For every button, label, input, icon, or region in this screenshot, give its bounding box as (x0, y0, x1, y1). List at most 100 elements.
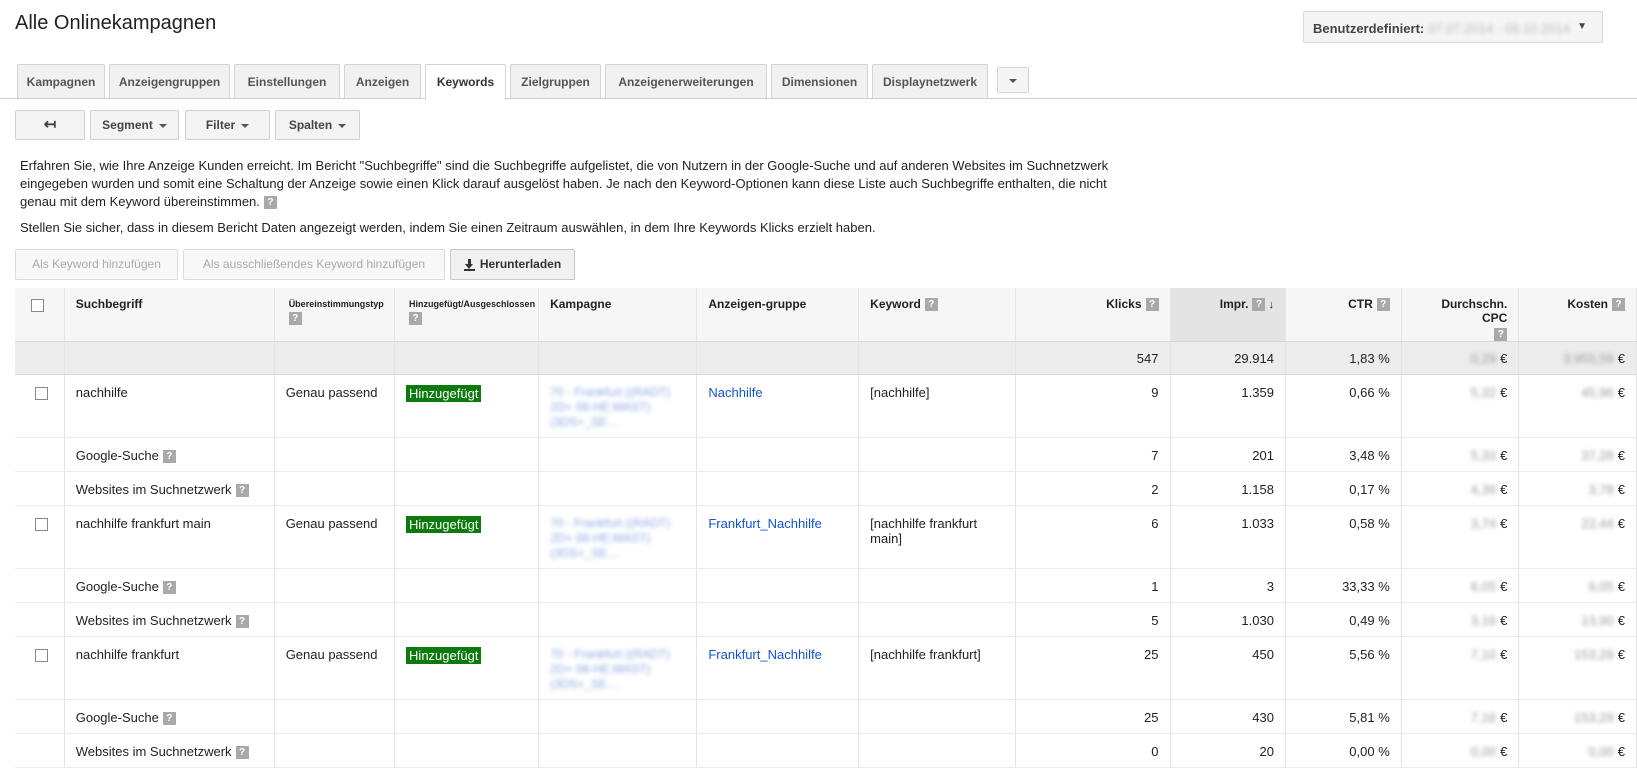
chevron-down-icon (1009, 78, 1017, 83)
campaign-link[interactable]: 70 - Frankfurt ((RADT) 2D+ 08-HE:MAST) (… (550, 647, 685, 692)
row-checkbox[interactable] (35, 649, 49, 662)
avg-cpc: 3,74 € (1401, 505, 1520, 569)
help-icon[interactable]: ? (1145, 298, 1159, 312)
help-icon[interactable]: ? (235, 484, 249, 498)
ad-group-link[interactable]: Nachhilfe (708, 385, 762, 400)
filter-button[interactable]: Filter (185, 110, 270, 140)
col-avg-cpc[interactable]: Durchschn. CPC? (1401, 288, 1520, 342)
col-clicks[interactable]: Klicks? (1015, 288, 1171, 342)
col-match-type-label: Übereinstimmungstyp (288, 299, 384, 309)
date-range-selector[interactable]: Benutzerdefiniert: 07.07.2014 - 06.10.201… (1303, 11, 1603, 43)
tab-dimensionen[interactable]: Dimensionen (771, 64, 868, 99)
col-ad-group[interactable]: Anzeigen-gruppe (696, 288, 860, 342)
col-impressions[interactable]: Impr.? ↓ (1170, 288, 1286, 342)
chevron-down-icon (158, 123, 167, 128)
cost-value: 13,90 (1581, 613, 1614, 628)
help-icon[interactable]: ? (162, 712, 176, 726)
match-type: Genau passend (274, 505, 396, 569)
tabs-divider (0, 98, 1637, 99)
currency-symbol: € (1500, 613, 1508, 628)
avg-cpc-value: 5,32 (1470, 385, 1497, 400)
add-keyword-button[interactable]: Als Keyword hinzufügen (15, 249, 178, 280)
row-checkbox[interactable] (35, 518, 49, 531)
help-icon[interactable]: ? (1252, 298, 1266, 312)
avg-cpc: 3,16 € (1401, 602, 1520, 637)
table-subrow: Websites im Suchnetzwerk? 2 1.158 0,17 %… (15, 471, 1637, 506)
tab-keywords[interactable]: Keywords (425, 64, 506, 100)
col-ctr-label: CTR (1348, 297, 1373, 311)
currency-symbol: € (1617, 613, 1625, 628)
keyword: [nachhilfe frankfurt main] (858, 505, 1016, 569)
search-term: nachhilfe (64, 374, 275, 438)
tab-anzeigenerweiterungen[interactable]: Anzeigenerweiterungen (605, 64, 767, 99)
currency-symbol: € (1617, 516, 1625, 531)
cost-value: 22,44 (1581, 516, 1614, 531)
help-icon[interactable]: ? (409, 312, 423, 325)
network-label-text: Websites im Suchnetzwerk (75, 744, 232, 759)
help-icon[interactable]: ? (288, 312, 302, 325)
help-icon[interactable]: ? (263, 196, 277, 210)
col-match-type[interactable]: Übereinstimmungstyp? (274, 288, 396, 342)
clicks: 6 (1015, 505, 1171, 569)
tab-anzeigen[interactable]: Anzeigen (344, 64, 421, 99)
date-range-value: 07.07.2014 - 06.10.2014 (1428, 21, 1570, 36)
tab-displaynetzwerk[interactable]: Displaynetzwerk (872, 64, 988, 99)
col-campaign[interactable]: Kampagne (538, 288, 698, 342)
help-icon[interactable]: ? (235, 746, 249, 760)
col-keyword[interactable]: Keyword? (858, 288, 1016, 342)
more-tabs-button[interactable] (997, 67, 1029, 93)
tab-kampagnen[interactable]: Kampagnen (17, 64, 105, 99)
total-clicks: 547 (1015, 341, 1171, 375)
segment-button[interactable]: Segment (90, 110, 179, 140)
ctr: 3,48 % (1285, 437, 1402, 472)
select-all-checkbox[interactable] (31, 299, 44, 312)
row-checkbox[interactable] (35, 387, 49, 400)
network-label: Websites im Suchnetzwerk? (64, 471, 275, 506)
ad-group-link[interactable]: Frankfurt_Nachhilfe (708, 647, 821, 662)
search-term: nachhilfe frankfurt main (64, 505, 275, 569)
col-cost[interactable]: Kosten? (1518, 288, 1637, 342)
help-icon[interactable]: ? (162, 450, 176, 464)
columns-button[interactable]: Spalten (275, 110, 360, 140)
col-search-term[interactable]: Suchbegriff (64, 288, 275, 342)
help-icon[interactable]: ? (235, 615, 249, 629)
cost: 0,00 € (1518, 733, 1637, 768)
table-row[interactable]: nachhilfe Genau passend Hinzugefügt 70 -… (15, 374, 1637, 438)
help-icon[interactable]: ? (924, 298, 938, 312)
currency-symbol: € (1500, 579, 1508, 594)
total-avg-cpc: 0,29 € (1401, 341, 1520, 375)
ad-group-link[interactable]: Frankfurt_Nachhilfe (708, 516, 821, 531)
table-row[interactable]: nachhilfe frankfurt main Genau passend H… (15, 505, 1637, 569)
tab-zielgruppen[interactable]: Zielgruppen (510, 64, 601, 99)
help-icon[interactable]: ? (162, 581, 176, 595)
impressions: 3 (1170, 568, 1286, 603)
help-icon[interactable]: ? (1612, 298, 1625, 312)
col-ctr[interactable]: CTR? (1285, 288, 1402, 342)
help-icon[interactable]: ? (1376, 298, 1390, 312)
currency-symbol: € (1617, 744, 1625, 759)
tab-einstellungen[interactable]: Einstellungen (234, 64, 340, 99)
currency-symbol: € (1500, 744, 1508, 759)
keyword: [nachhilfe frankfurt] (858, 636, 1016, 700)
col-added-excluded[interactable]: Hinzugefügt/Ausgeschlossen? (394, 288, 540, 342)
col-keyword-label: Keyword (870, 297, 921, 311)
help-icon[interactable]: ? (1494, 328, 1508, 341)
currency-symbol: € (1500, 385, 1508, 400)
impressions: 450 (1170, 636, 1286, 700)
download-button[interactable]: Herunterladen (450, 249, 575, 280)
back-button[interactable]: ↤ (15, 110, 85, 140)
add-negative-keyword-button[interactable]: Als ausschließendes Keyword hinzufügen (183, 249, 445, 280)
campaign-link[interactable]: 70 - Frankfurt ((RADT) 2D+ 08-HE:MAST) (… (550, 516, 685, 561)
currency-symbol: € (1617, 710, 1625, 725)
date-range-label: Benutzerdefiniert: (1313, 21, 1425, 36)
network-label: Websites im Suchnetzwerk? (64, 602, 275, 637)
clicks: 7 (1015, 437, 1171, 472)
table-row[interactable]: nachhilfe frankfurt Genau passend Hinzug… (15, 636, 1637, 700)
campaign-link[interactable]: 70 - Frankfurt ((RADT) 2D+ 08-HE:MAST) (… (550, 385, 685, 430)
network-label-text: Websites im Suchnetzwerk (75, 613, 232, 628)
avg-cpc-value: 3,74 (1470, 516, 1497, 531)
cost-value: 0,00 (1588, 744, 1614, 759)
clicks: 1 (1015, 568, 1171, 603)
tab-anzeigengruppen[interactable]: Anzeigengruppen (109, 64, 230, 99)
avg-cpc-value: 0,00 (1470, 744, 1497, 759)
